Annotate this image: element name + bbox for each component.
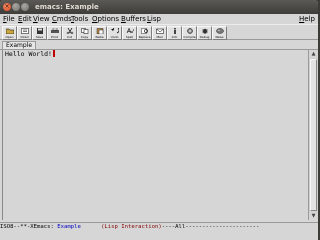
- modeline-buffer-name[interactable]: Example: [57, 224, 81, 230]
- buffer-line: Hello World!: [5, 50, 55, 58]
- scrollbar-thumb[interactable]: [310, 59, 317, 211]
- debug-button[interactable]: Debug: [197, 26, 212, 40]
- menu-cmds[interactable]: Cmds: [52, 14, 72, 24]
- folder-open-icon: [6, 28, 14, 34]
- menu-buffers[interactable]: Buffers: [121, 14, 146, 24]
- menu-view[interactable]: View: [33, 14, 50, 24]
- buffer-text: Hello World!: [5, 50, 52, 58]
- modeline-major-mode[interactable]: (Lisp Interaction): [101, 224, 162, 230]
- compile-button[interactable]: Compile: [182, 26, 197, 40]
- mail-button[interactable]: Mail: [152, 26, 167, 40]
- copy-icon: [81, 28, 89, 34]
- dired-icon: [21, 28, 29, 34]
- print-icon: [51, 28, 59, 33]
- menu-file[interactable]: File: [3, 14, 15, 24]
- emacs-window: × emacs: Example File Edit View Cmds Too…: [0, 0, 318, 240]
- vertical-scrollbar[interactable]: ▲ ▼: [308, 50, 318, 220]
- dired-button[interactable]: Dired: [17, 26, 32, 40]
- menu-help[interactable]: Help: [299, 14, 315, 24]
- menu-tools[interactable]: Tools: [71, 14, 88, 24]
- menu-lisp[interactable]: Lisp: [147, 14, 161, 24]
- spell-icon: [126, 28, 134, 34]
- menu-edit[interactable]: Edit: [18, 14, 32, 24]
- news-button[interactable]: News: [212, 26, 227, 40]
- mail-icon: [156, 28, 164, 34]
- text-cursor: [52, 50, 55, 57]
- cut-icon: [66, 28, 74, 34]
- info-icon: [174, 28, 176, 34]
- save-button[interactable]: Save: [32, 26, 47, 40]
- info-button[interactable]: Info: [167, 26, 182, 40]
- replace-icon: [141, 28, 148, 34]
- minimize-window-button[interactable]: [12, 3, 20, 11]
- replace-button[interactable]: Replace: [137, 26, 152, 40]
- maximize-window-button[interactable]: [21, 3, 29, 11]
- paste-button[interactable]: Paste: [92, 26, 107, 40]
- modeline-suffix: ----All----------------------: [161, 224, 260, 230]
- copy-button[interactable]: Copy: [77, 26, 92, 40]
- debug-icon: [202, 28, 208, 34]
- undo-icon: [111, 28, 119, 34]
- menu-bar: File Edit View Cmds Tools Options Buffer…: [0, 14, 318, 24]
- save-icon: [37, 28, 43, 34]
- compile-icon: [187, 28, 193, 34]
- modeline-gap: [81, 224, 101, 230]
- menu-options[interactable]: Options: [92, 14, 119, 24]
- close-window-button[interactable]: ×: [3, 3, 11, 11]
- cut-button[interactable]: Cut: [62, 26, 77, 40]
- paste-icon: [96, 28, 104, 34]
- minibuffer[interactable]: [0, 231, 318, 240]
- print-button[interactable]: Print: [47, 26, 62, 40]
- spell-button[interactable]: Spell: [122, 26, 137, 40]
- modeline-prefix: ISO8--**-XEmacs:: [0, 224, 58, 230]
- undo-button[interactable]: Undo: [107, 26, 122, 40]
- scroll-up-arrow-icon[interactable]: ▲: [309, 50, 318, 58]
- window-title: emacs: Example: [35, 3, 99, 11]
- open-button[interactable]: Open: [2, 26, 17, 40]
- editor-area[interactable]: Hello World!: [2, 50, 308, 220]
- title-bar: × emacs: Example: [0, 0, 318, 14]
- scroll-down-arrow-icon[interactable]: ▼: [309, 212, 318, 220]
- mode-line: ISO8--**-XEmacs: Example (Lisp Interacti…: [0, 222, 318, 231]
- toolbar: Open Dired Save Print Cut Copy Paste Und…: [0, 24, 318, 40]
- news-icon: [216, 28, 224, 34]
